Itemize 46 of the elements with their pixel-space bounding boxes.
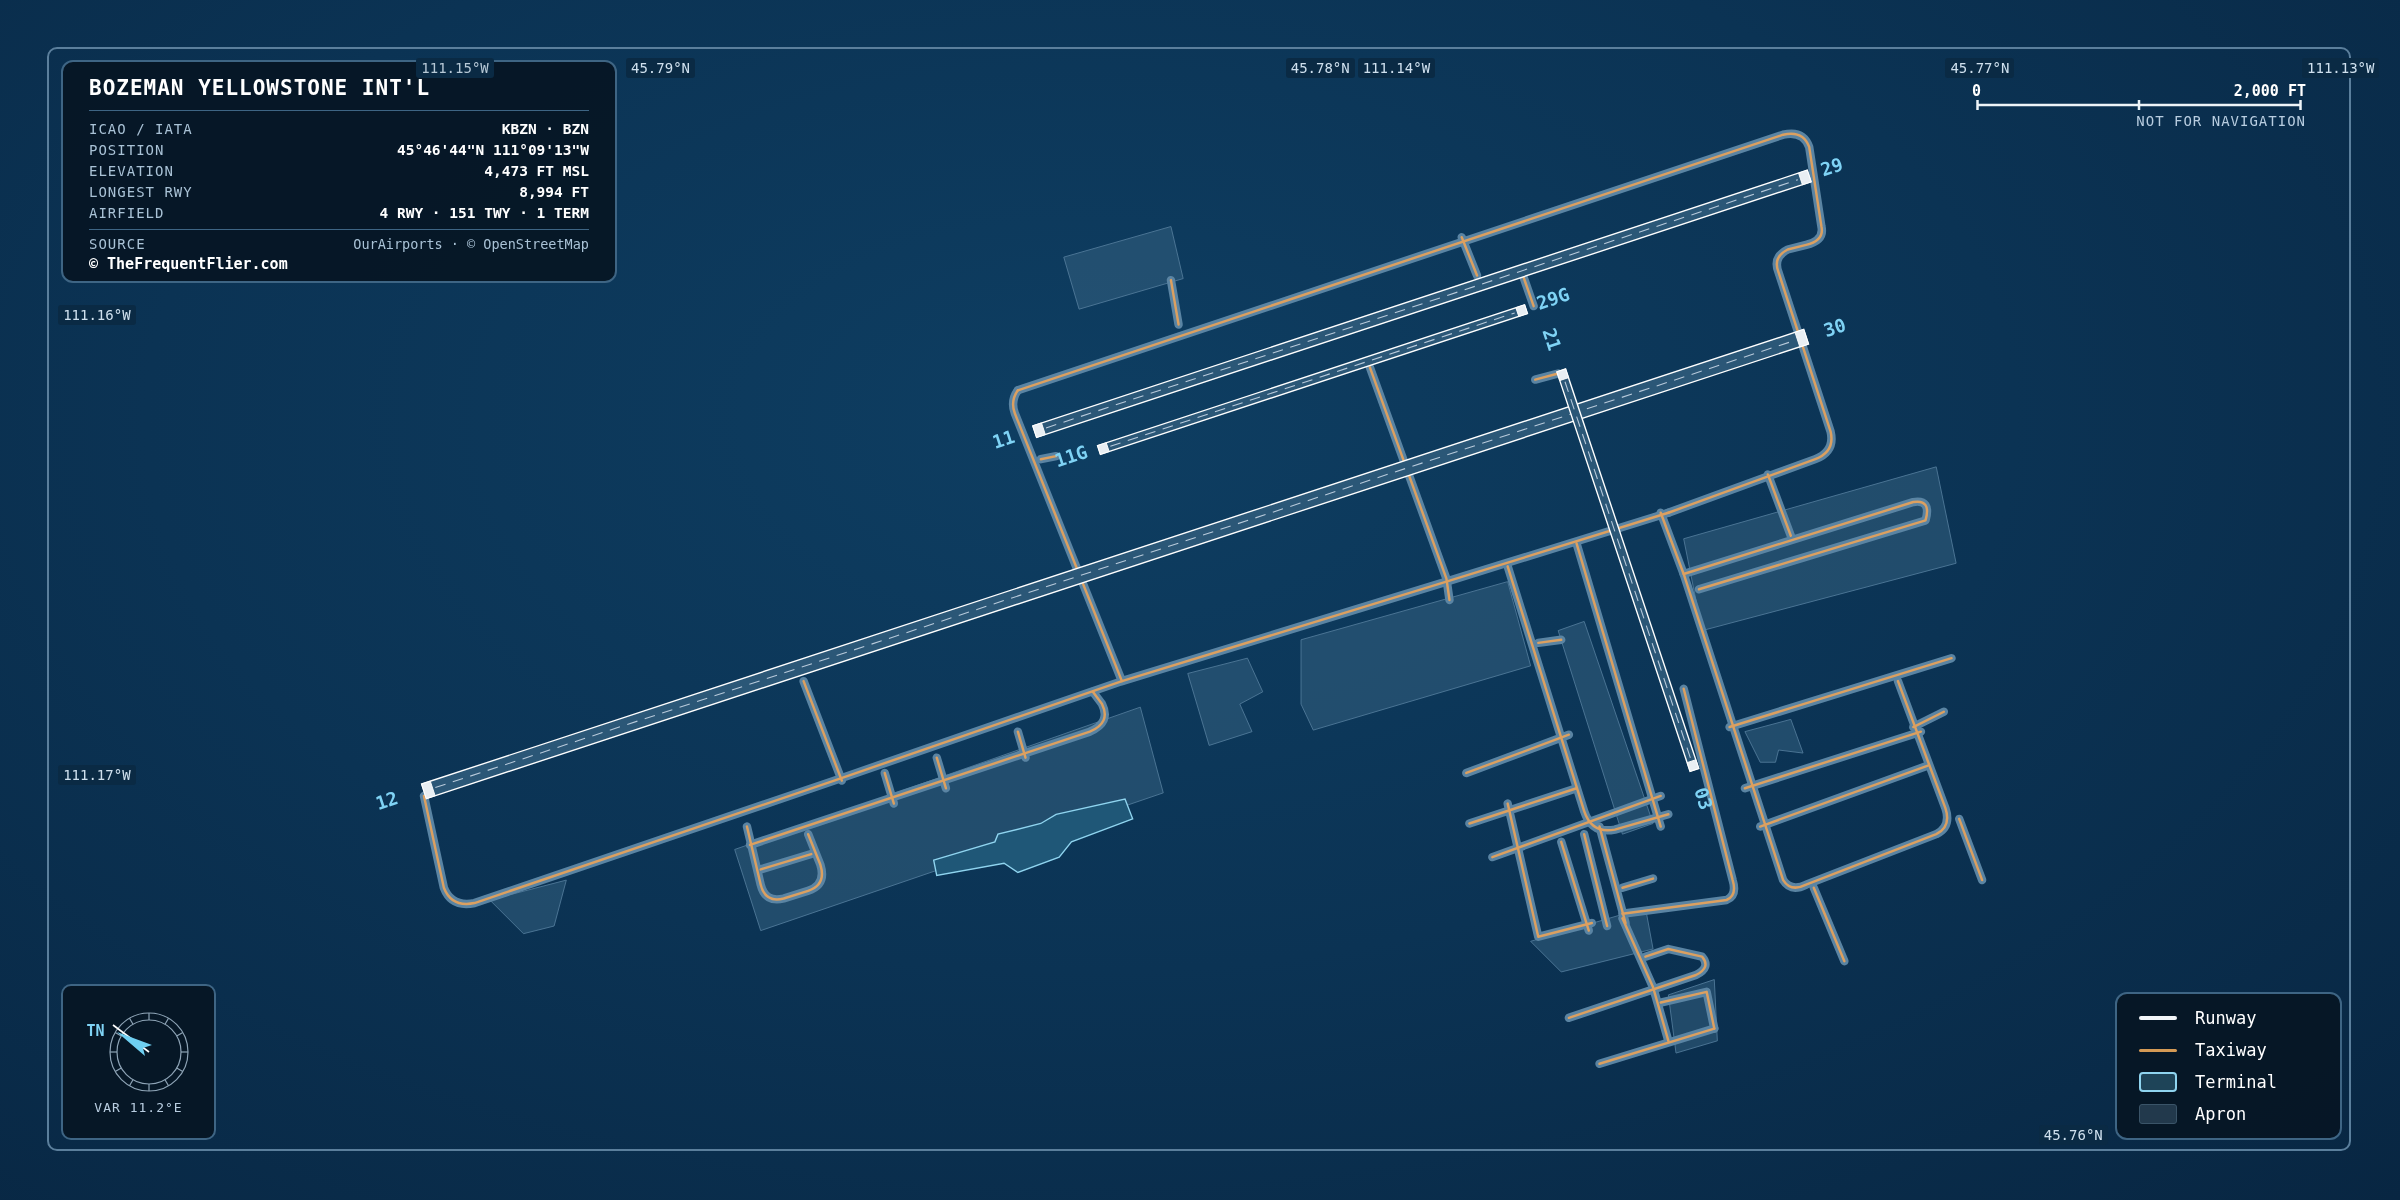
info-label: POSITION xyxy=(89,142,165,158)
info-value: 45°46'44"N 111°09'13"W xyxy=(396,142,589,158)
coordinate-label: 45.77°N xyxy=(1945,58,2015,79)
info-value: KBZN · BZN xyxy=(501,121,589,137)
terminal-swatch xyxy=(2139,1072,2177,1092)
coordinate-label: 45.78°N xyxy=(1285,58,1355,79)
legend-label: Taxiway xyxy=(2195,1040,2267,1060)
source-value: OurAirports · © OpenStreetMap xyxy=(353,236,589,252)
info-value: 4,473 FT MSL xyxy=(484,163,589,179)
coordinate-label: 111.15°W xyxy=(416,58,494,79)
info-label: ELEVATION xyxy=(89,163,174,179)
coordinate-label: 45.79°N xyxy=(626,58,696,79)
runway-label: 21 xyxy=(1538,325,1566,354)
taxiway-swatch xyxy=(2139,1048,2177,1052)
runway-label: 12 xyxy=(373,787,401,814)
apron xyxy=(1744,718,1804,763)
runway-label: 29G xyxy=(1534,283,1573,314)
runway-label: 03 xyxy=(1690,784,1717,813)
runway-swatch xyxy=(2139,1016,2177,1020)
source-label: SOURCE xyxy=(89,236,146,252)
legend-label: Apron xyxy=(2195,1104,2247,1124)
variation-label: VAR 11.2°E xyxy=(94,1099,183,1115)
coordinate-label: 45.76°N xyxy=(2038,1125,2108,1145)
info-label: ICAO / IATA xyxy=(89,121,193,137)
apron-swatch xyxy=(2139,1104,2177,1124)
info-value: 4 RWY · 151 TWY · 1 TERM xyxy=(379,205,589,221)
legend-label: Terminal xyxy=(2195,1072,2277,1092)
coordinate-label: 111.16°W xyxy=(58,304,136,325)
runway-label: 29 xyxy=(1817,153,1846,181)
info-value: 8,994 FT xyxy=(519,184,589,200)
compass-rose-icon xyxy=(106,1009,191,1094)
runway-label: 11 xyxy=(989,426,1018,453)
runway-label: 30 xyxy=(1821,314,1849,342)
coordinate-label: 111.13°W xyxy=(2302,58,2380,79)
true-north-label: TN xyxy=(86,1021,105,1040)
airport-name: BOZEMAN YELLOWSTONE INT'L xyxy=(89,76,589,111)
scale-note: NOT FOR NAVIGATION xyxy=(2136,113,2306,129)
scale-start-label: 0 xyxy=(1972,84,1982,99)
legend-label: Runway xyxy=(2195,1008,2257,1028)
info-label: AIRFIELD xyxy=(89,205,165,221)
scale-end-label: 2,000 FT xyxy=(2233,84,2306,99)
runway-label: 11G xyxy=(1051,441,1090,472)
credit-text: © TheFrequentFlier.com xyxy=(89,255,289,273)
info-label: LONGEST RWY xyxy=(89,184,193,200)
coordinate-label: 111.17°W xyxy=(58,765,136,786)
coordinate-label: 111.14°W xyxy=(1357,58,1436,79)
